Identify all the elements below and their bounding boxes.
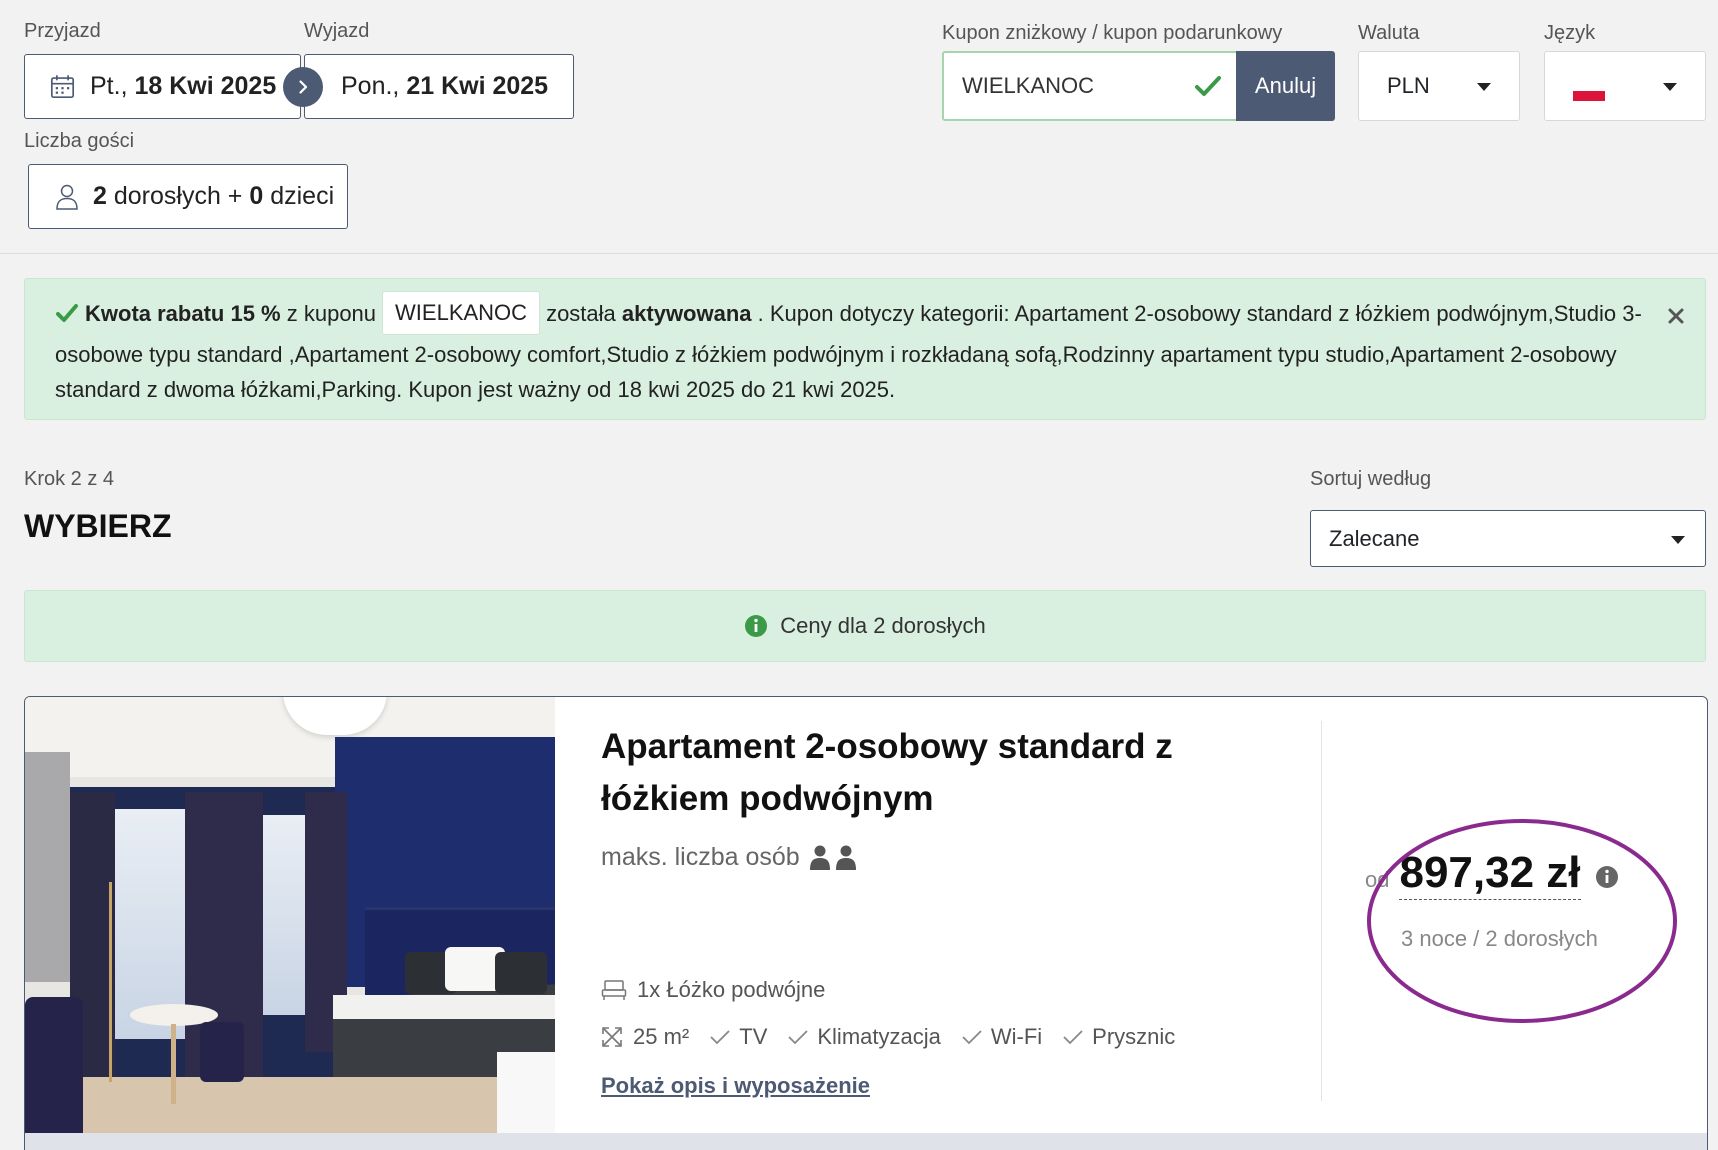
- max-persons-label: maks. liczba osób: [601, 843, 800, 871]
- chevron-down-icon: [1477, 83, 1491, 91]
- coupon-label: Kupon zniżkowy / kupon podarunkowy: [942, 22, 1283, 44]
- language-label: Język: [1544, 22, 1596, 44]
- checkin-date: 18 Kwi 2025: [134, 72, 277, 100]
- room-area: 25 m²: [633, 1024, 690, 1049]
- alert-discount: Kwota rabatu 15 %: [85, 300, 281, 326]
- chevron-down-icon: [1671, 536, 1685, 544]
- page-title: WYBIERZ: [24, 508, 172, 544]
- amenity-ac: Klimatyzacja: [817, 1024, 941, 1049]
- currency-label: Waluta: [1358, 22, 1420, 44]
- price-highlight-circle: [1367, 819, 1677, 1023]
- coupon-alert: Kwota rabatu 15 % z kuponu WIELKANOC zosta…: [24, 278, 1706, 420]
- amenity-tv: TV: [739, 1024, 768, 1049]
- check-icon: [788, 1030, 809, 1045]
- rates-header-strip: [25, 1133, 1707, 1150]
- sort-select[interactable]: Zalecane: [1310, 510, 1706, 567]
- info-icon: [745, 615, 768, 637]
- checkout-date: 21 Kwi 2025: [406, 72, 549, 100]
- room-photo[interactable]: [25, 697, 555, 1133]
- check-icon: [56, 303, 78, 322]
- sort-value: Zalecane: [1329, 525, 1420, 551]
- adults-text: dorosłych +: [113, 182, 243, 210]
- children-text: dzieci: [270, 182, 335, 210]
- checkout-label: Wyjazd: [304, 20, 370, 42]
- currency-value: PLN: [1387, 73, 1430, 98]
- language-select[interactable]: [1544, 51, 1706, 121]
- date-arrow-icon: [283, 67, 323, 107]
- sort-label: Sortuj według: [1310, 468, 1432, 490]
- alert-activated: aktywowana: [621, 300, 752, 326]
- price-info-bar: Ceny dla 2 dorosłych: [24, 590, 1706, 662]
- area-icon: [602, 1027, 622, 1047]
- check-icon: [962, 1030, 982, 1045]
- check-icon: [1063, 1030, 1083, 1045]
- amenity-shower: Prysznic: [1092, 1024, 1176, 1049]
- adults-count: 2: [93, 182, 107, 210]
- checkin-field[interactable]: Pt., 18 Kwi 2025: [24, 54, 301, 119]
- checkin-day: Pt.,: [90, 72, 128, 100]
- calendar-icon: [50, 75, 75, 99]
- person-icon: [56, 184, 78, 210]
- info-bar-text: Ceny dla 2 dorosłych: [780, 613, 986, 638]
- alert-text-2: została: [546, 300, 616, 326]
- pl-flag-icon: [1573, 81, 1605, 101]
- room-details-link[interactable]: Pokaż opis i wyposażenie: [601, 1073, 870, 1099]
- bed-icon: [601, 980, 627, 1000]
- price-divider: [1321, 721, 1322, 1101]
- guests-field[interactable]: 2 dorosłych + 0 dzieci: [28, 164, 348, 229]
- alert-text-1: z kuponu: [286, 300, 377, 326]
- chevron-down-icon: [1663, 83, 1677, 91]
- check-icon: [710, 1030, 730, 1045]
- room-title[interactable]: Apartament 2-osobowy standard z łóżkiem …: [601, 721, 1281, 825]
- bed-type: 1x Łóżko podwójne: [637, 977, 826, 1002]
- guests-label: Liczba gości: [24, 130, 135, 152]
- room-card: Apartament 2-osobowy standard z łóżkiem …: [24, 696, 1708, 1150]
- currency-select[interactable]: PLN: [1358, 51, 1520, 121]
- check-icon: [1195, 76, 1221, 96]
- coupon-input[interactable]: WIELKANOC: [942, 51, 1238, 121]
- header-divider: [0, 253, 1718, 254]
- close-icon[interactable]: [1667, 307, 1685, 325]
- person-icon: [809, 845, 856, 870]
- cancel-coupon-label: Anuluj: [1254, 73, 1317, 98]
- coupon-value: WIELKANOC: [962, 73, 1095, 98]
- alert-coupon-pill: WIELKANOC: [382, 291, 541, 335]
- checkin-label: Przyjazd: [24, 20, 101, 42]
- step-counter: Krok 2 z 4: [24, 468, 115, 490]
- cancel-coupon-button[interactable]: Anuluj: [1236, 51, 1335, 121]
- checkout-field[interactable]: Pon., 21 Kwi 2025: [304, 54, 574, 119]
- amenity-wifi: Wi-Fi: [990, 1024, 1043, 1049]
- children-count: 0: [249, 182, 264, 210]
- checkout-day: Pon.,: [341, 72, 400, 100]
